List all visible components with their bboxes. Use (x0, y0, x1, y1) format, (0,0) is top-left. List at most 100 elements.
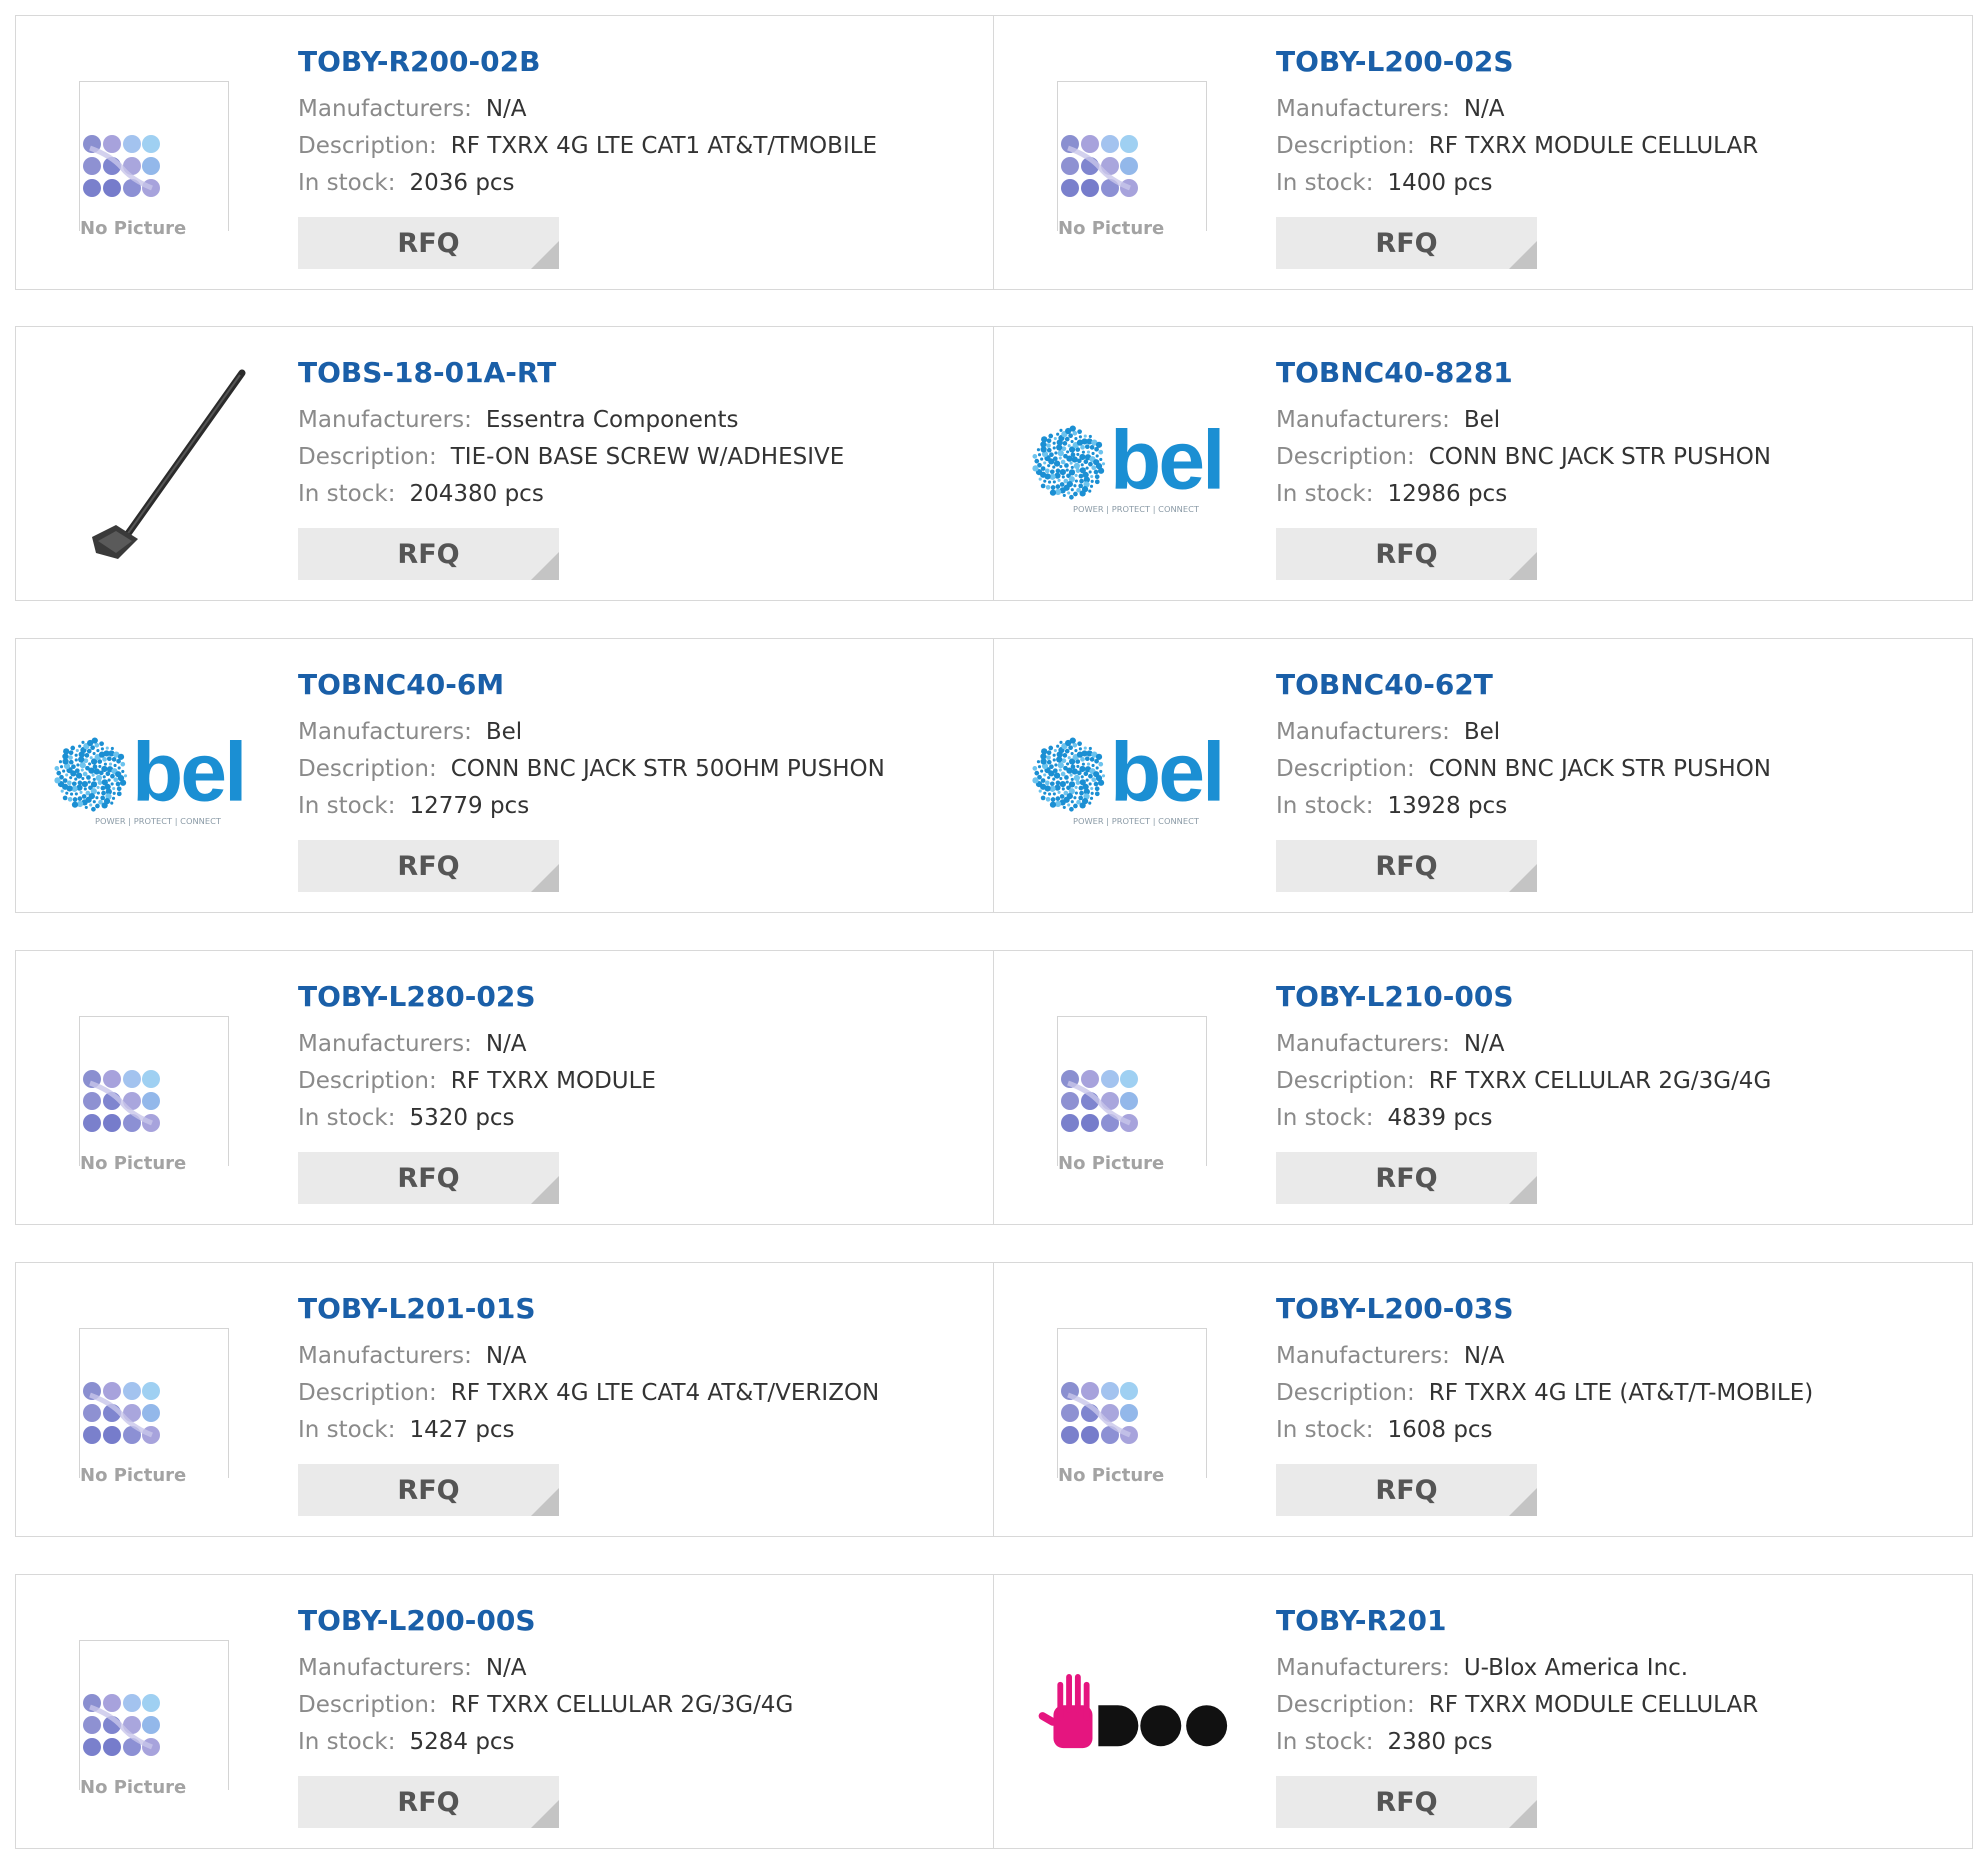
rfq-button[interactable]: RFQ (298, 217, 559, 269)
product-image[interactable]: bel POWER | PROTECT | CONNECT (54, 679, 254, 879)
no-picture-placeholder: No Picture (79, 1328, 229, 1486)
product-image[interactable]: No Picture (54, 1615, 254, 1815)
rfq-corner-decoration (531, 864, 559, 892)
manufacturer-value: Bel (1463, 719, 1501, 745)
rfq-corner-decoration (1509, 1176, 1537, 1204)
stock-row: In stock: 12986 pcs (1276, 476, 1952, 513)
rfq-button[interactable]: RFQ (1276, 1464, 1537, 1516)
manufacturer-label: Manufacturers: (1276, 96, 1450, 122)
part-number-link[interactable]: TOBY-L201-01S (298, 1291, 974, 1327)
manufacturer-value: N/A (485, 1655, 527, 1681)
part-number-link[interactable]: TOBY-L280-02S (298, 979, 974, 1015)
rfq-label: RFQ (397, 850, 460, 882)
part-number-link[interactable]: TOBY-L200-00S (298, 1603, 974, 1639)
description-label: Description: (1276, 1068, 1415, 1094)
rfq-button[interactable]: RFQ (1276, 217, 1537, 269)
manufacturer-row: Manufacturers: Bel (1276, 714, 1952, 751)
no-picture-icon (83, 1382, 160, 1444)
rfq-button[interactable]: RFQ (298, 528, 559, 580)
part-number-link[interactable]: TOBS-18-01A-RT (298, 355, 974, 391)
no-picture-icon (83, 1070, 160, 1132)
product-image[interactable]: No Picture (54, 991, 254, 1191)
rfq-button[interactable]: RFQ (1276, 1152, 1537, 1204)
stock-value: 4839 pcs (1387, 1105, 1493, 1131)
description-row: Description: RF TXRX MODULE (298, 1063, 974, 1100)
description-label: Description: (1276, 133, 1415, 159)
product-card: bel POWER | PROTECT | CONNECT TOBNC40-8281… (993, 326, 1973, 601)
product-image[interactable]: bel POWER | PROTECT | CONNECT (1032, 679, 1232, 879)
part-number-link[interactable]: TOBNC40-6M (298, 667, 974, 703)
no-picture-label: No Picture (80, 218, 193, 239)
stock-row: In stock: 2036 pcs (298, 165, 974, 202)
no-picture-label: No Picture (1058, 218, 1171, 239)
description-row: Description: RF TXRX 4G LTE (AT&T/T-MOBIL… (1276, 1375, 1952, 1412)
stock-value: 1427 pcs (409, 1417, 515, 1443)
description-row: Description: CONN BNC JACK STR PUSHON (1276, 439, 1952, 476)
product-info: TOBY-L200-02S Manufacturers: N/A Descriptio… (1276, 44, 1952, 202)
description-row: Description: RF TXRX 4G LTE CAT1 AT&T/TMO… (298, 128, 974, 165)
manufacturer-value: N/A (485, 1343, 527, 1369)
part-number-link[interactable]: TOBY-R200-02B (298, 44, 974, 80)
product-image[interactable]: No Picture (1032, 56, 1232, 256)
part-number-link[interactable]: TOBNC40-62T (1276, 667, 1952, 703)
rfq-corner-decoration (531, 1488, 559, 1516)
manufacturer-row: Manufacturers: N/A (298, 1338, 974, 1375)
stock-label: In stock: (1276, 1729, 1374, 1755)
description-label: Description: (298, 1692, 437, 1718)
stock-value: 1400 pcs (1387, 170, 1493, 196)
manufacturer-row: Manufacturers: N/A (298, 1026, 974, 1063)
rfq-corner-decoration (531, 1800, 559, 1828)
description-value: TIE-ON BASE SCREW W/ADHESIVE (450, 444, 845, 470)
product-image[interactable]: No Picture (54, 1303, 254, 1503)
rfq-label: RFQ (397, 1162, 460, 1194)
rfq-corner-decoration (1509, 1800, 1537, 1828)
part-number-link[interactable]: TOBY-L210-00S (1276, 979, 1952, 1015)
no-picture-icon (83, 135, 160, 197)
product-image[interactable]: No Picture (54, 56, 254, 256)
product-image[interactable]: No Picture (1032, 1303, 1232, 1503)
rfq-button[interactable]: RFQ (298, 1464, 559, 1516)
stock-label: In stock: (298, 170, 396, 196)
no-picture-label: No Picture (1058, 1153, 1171, 1174)
description-row: Description: RF TXRX CELLULAR 2G/3G/4G (298, 1687, 974, 1724)
rfq-button[interactable]: RFQ (1276, 1776, 1537, 1828)
product-info: TOBNC40-62T Manufacturers: Bel Description:… (1276, 667, 1952, 825)
part-number-link[interactable]: TOBY-R201 (1276, 1603, 1952, 1639)
stock-row: In stock: 5320 pcs (298, 1100, 974, 1137)
description-value: RF TXRX MODULE CELLULAR (1428, 133, 1759, 159)
no-picture-placeholder: No Picture (1057, 1016, 1207, 1174)
description-value: RF TXRX 4G LTE CAT1 AT&T/TMOBILE (450, 133, 878, 159)
product-image[interactable]: bel POWER | PROTECT | CONNECT (1032, 367, 1232, 567)
product-image[interactable] (54, 367, 254, 567)
part-number-link[interactable]: TOBY-L200-02S (1276, 44, 1952, 80)
product-image[interactable]: No Picture (1032, 991, 1232, 1191)
stock-row: In stock: 2380 pcs (1276, 1724, 1952, 1761)
manufacturer-value: N/A (1463, 1031, 1505, 1057)
rfq-label: RFQ (1375, 227, 1438, 259)
no-picture-placeholder: No Picture (1057, 1328, 1207, 1486)
product-image[interactable] (1032, 1615, 1232, 1815)
no-picture-placeholder: No Picture (1057, 81, 1207, 239)
rfq-corner-decoration (531, 1176, 559, 1204)
rfq-label: RFQ (397, 1786, 460, 1818)
no-picture-placeholder: No Picture (79, 1640, 229, 1798)
rfq-button[interactable]: RFQ (298, 1152, 559, 1204)
stock-label: In stock: (298, 793, 396, 819)
manufacturer-value: Bel (485, 719, 523, 745)
manufacturer-label: Manufacturers: (1276, 719, 1450, 745)
part-number-link[interactable]: TOBY-L200-03S (1276, 1291, 1952, 1327)
description-row: Description: RF TXRX 4G LTE CAT4 AT&T/VER… (298, 1375, 974, 1412)
rfq-button[interactable]: RFQ (1276, 528, 1537, 580)
rfq-button[interactable]: RFQ (298, 840, 559, 892)
description-value: RF TXRX 4G LTE CAT4 AT&T/VERIZON (450, 1380, 880, 1406)
manufacturer-row: Manufacturers: Bel (1276, 402, 1952, 439)
description-value: CONN BNC JACK STR PUSHON (1428, 444, 1771, 470)
description-label: Description: (298, 444, 437, 470)
rfq-label: RFQ (397, 1474, 460, 1506)
manufacturer-row: Manufacturers: N/A (1276, 1338, 1952, 1375)
rfq-button[interactable]: RFQ (298, 1776, 559, 1828)
manufacturer-label: Manufacturers: (1276, 1031, 1450, 1057)
manufacturer-label: Manufacturers: (1276, 1343, 1450, 1369)
rfq-button[interactable]: RFQ (1276, 840, 1537, 892)
part-number-link[interactable]: TOBNC40-8281 (1276, 355, 1952, 391)
